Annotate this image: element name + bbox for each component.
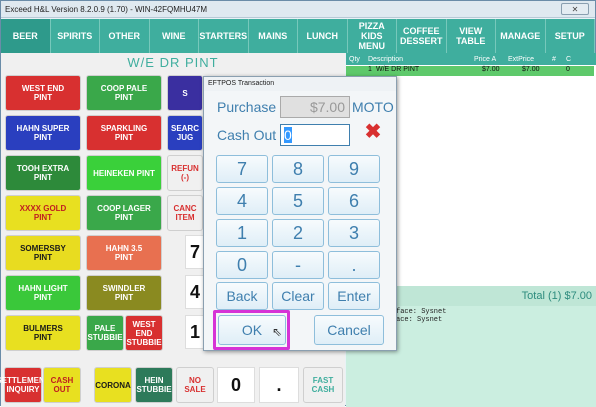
col-price: Price A xyxy=(474,55,497,63)
row-qty: 1 xyxy=(368,66,372,73)
menu-manage[interactable]: MANAGE xyxy=(496,19,546,53)
dialog-title: EFTPOS Transaction xyxy=(204,77,396,91)
order-row[interactable]: 1 W/E DR PINT $7.00 $7.00 0 xyxy=(346,66,594,76)
keypad-key[interactable]: . xyxy=(328,251,380,279)
app-window: Exceed H&L Version 8.2.0.9 (1.70) - WIN-… xyxy=(0,0,596,407)
product-button[interactable]: XXXX GOLD PINT xyxy=(5,195,81,231)
window-title: Exceed H&L Version 8.2.0.9 (1.70) - WIN-… xyxy=(5,5,207,14)
bottom-button[interactable]: CASH OUT xyxy=(43,367,81,403)
clear-x-icon[interactable]: ✖ xyxy=(362,121,384,143)
keypad-key[interactable]: 5 xyxy=(272,187,324,215)
keypad-key[interactable]: 3 xyxy=(328,219,380,247)
product-button[interactable]: HAHN LIGHT PINT xyxy=(5,275,81,311)
side-button[interactable]: CANC ITEM xyxy=(167,195,203,231)
clear-button[interactable]: Clear xyxy=(272,282,324,310)
panel-title: W/E DR PINT xyxy=(127,55,219,70)
keypad-key[interactable]: 9 xyxy=(328,155,380,183)
product-button[interactable]: HAHN SUPER PINT xyxy=(5,115,81,151)
purchase-field: $7.00 xyxy=(280,96,350,118)
bg-number-key[interactable]: 4 xyxy=(185,275,205,309)
col-number: # xyxy=(552,55,556,63)
cancel-button[interactable]: Cancel xyxy=(314,315,384,345)
menu-spirits[interactable]: SPIRITS xyxy=(51,19,100,53)
note-line: ace: Sysnet xyxy=(396,316,443,324)
col-extprice: ExtPrice xyxy=(508,55,535,63)
col-c: C xyxy=(566,55,572,63)
bottom-button[interactable]: NO SALE xyxy=(176,367,214,403)
menu-pizza-kids[interactable]: PIZZA KIDS MENU xyxy=(348,19,397,53)
keypad-key[interactable]: 8 xyxy=(272,155,324,183)
row-desc: W/E DR PINT xyxy=(376,66,420,73)
col-qty: Qty xyxy=(349,55,360,63)
bottom-button[interactable]: CORONA xyxy=(94,367,132,403)
product-button[interactable]: SPARKLING PINT xyxy=(86,115,162,151)
back-button[interactable]: Back xyxy=(216,282,268,310)
row-num: 0 xyxy=(566,66,570,73)
product-button[interactable]: WEST END PINT xyxy=(5,75,81,111)
note-line: face: Sysnet xyxy=(396,308,447,316)
menu-beer[interactable]: BEER xyxy=(1,19,51,53)
mouse-cursor-icon: ⇖ xyxy=(272,325,283,339)
cashout-value: 0 xyxy=(284,127,292,143)
moto-label[interactable]: MOTO xyxy=(352,99,394,115)
product-button[interactable]: TOOH EXTRA PINT xyxy=(5,155,81,191)
product-button[interactable]: WEST END STUBBIE xyxy=(125,315,163,351)
keypad-key[interactable]: 7 xyxy=(216,155,268,183)
keypad-key[interactable]: - xyxy=(272,251,324,279)
product-button[interactable]: SOMERSBY PINT xyxy=(5,235,81,271)
side-button[interactable]: SEARC JUG xyxy=(167,115,203,151)
product-button[interactable]: HAHN 3.5 PINT xyxy=(86,235,162,271)
product-button[interactable]: BULMERS PINT xyxy=(5,315,81,351)
side-button[interactable]: S xyxy=(167,75,203,111)
cashout-field[interactable]: 0 xyxy=(280,124,350,146)
bottom-button[interactable]: SETTLEMENT INQUIRY xyxy=(0,367,50,403)
keypad-key[interactable]: 4 xyxy=(216,187,268,215)
menu-wine[interactable]: WINE xyxy=(150,19,199,53)
bg-number-key[interactable]: 1 xyxy=(185,315,205,349)
product-button[interactable]: COOP PALE PINT xyxy=(86,75,162,111)
cashout-label: Cash Out xyxy=(217,127,277,143)
title-bar: Exceed H&L Version 8.2.0.9 (1.70) - WIN-… xyxy=(1,1,595,18)
keypad-key[interactable]: 6 xyxy=(328,187,380,215)
bottom-button[interactable]: HEIN STUBBIE xyxy=(135,367,173,403)
menu-coffee-dessert[interactable]: COFFEE DESSERT xyxy=(397,19,447,53)
menu-mains[interactable]: MAINS xyxy=(249,19,298,53)
keypad-key[interactable]: 1 xyxy=(216,219,268,247)
close-icon[interactable]: ✕ xyxy=(561,3,589,15)
col-description: Description xyxy=(368,55,404,63)
eftpos-dialog: EFTPOS Transaction Purchase $7.00 MOTO C… xyxy=(203,76,397,351)
side-button[interactable]: REFUN (-) xyxy=(167,155,203,191)
product-button[interactable]: PALE STUBBIE xyxy=(86,315,124,351)
product-button[interactable]: HEINEKEN PINT xyxy=(86,155,162,191)
bg-number-key[interactable]: 7 xyxy=(185,235,205,269)
menu-lunch[interactable]: LUNCH xyxy=(298,19,348,53)
menu-setup[interactable]: SETUP xyxy=(546,19,595,53)
product-button[interactable]: SWINDLER PINT xyxy=(86,275,162,311)
enter-button[interactable]: Enter xyxy=(328,282,380,310)
bg-key-dot[interactable]: . xyxy=(259,367,299,403)
row-ext: $7.00 xyxy=(522,66,540,73)
fast-cash-button[interactable]: FAST CASH xyxy=(303,367,343,403)
product-button[interactable]: COOP LAGER PINT xyxy=(86,195,162,231)
category-menu: BEER SPIRITS OTHER WINE STARTERS MAINS L… xyxy=(1,19,595,53)
order-header: Qty Description Price A ExtPrice # C xyxy=(346,53,596,65)
menu-starters[interactable]: STARTERS xyxy=(199,19,249,53)
keypad-key[interactable]: 2 xyxy=(272,219,324,247)
menu-view-table[interactable]: VIEW TABLE xyxy=(447,19,496,53)
purchase-label: Purchase xyxy=(217,99,277,115)
bg-key-0[interactable]: 0 xyxy=(217,367,255,403)
menu-other[interactable]: OTHER xyxy=(100,19,150,53)
keypad-key[interactable]: 0 xyxy=(216,251,268,279)
row-price: $7.00 xyxy=(482,66,500,73)
